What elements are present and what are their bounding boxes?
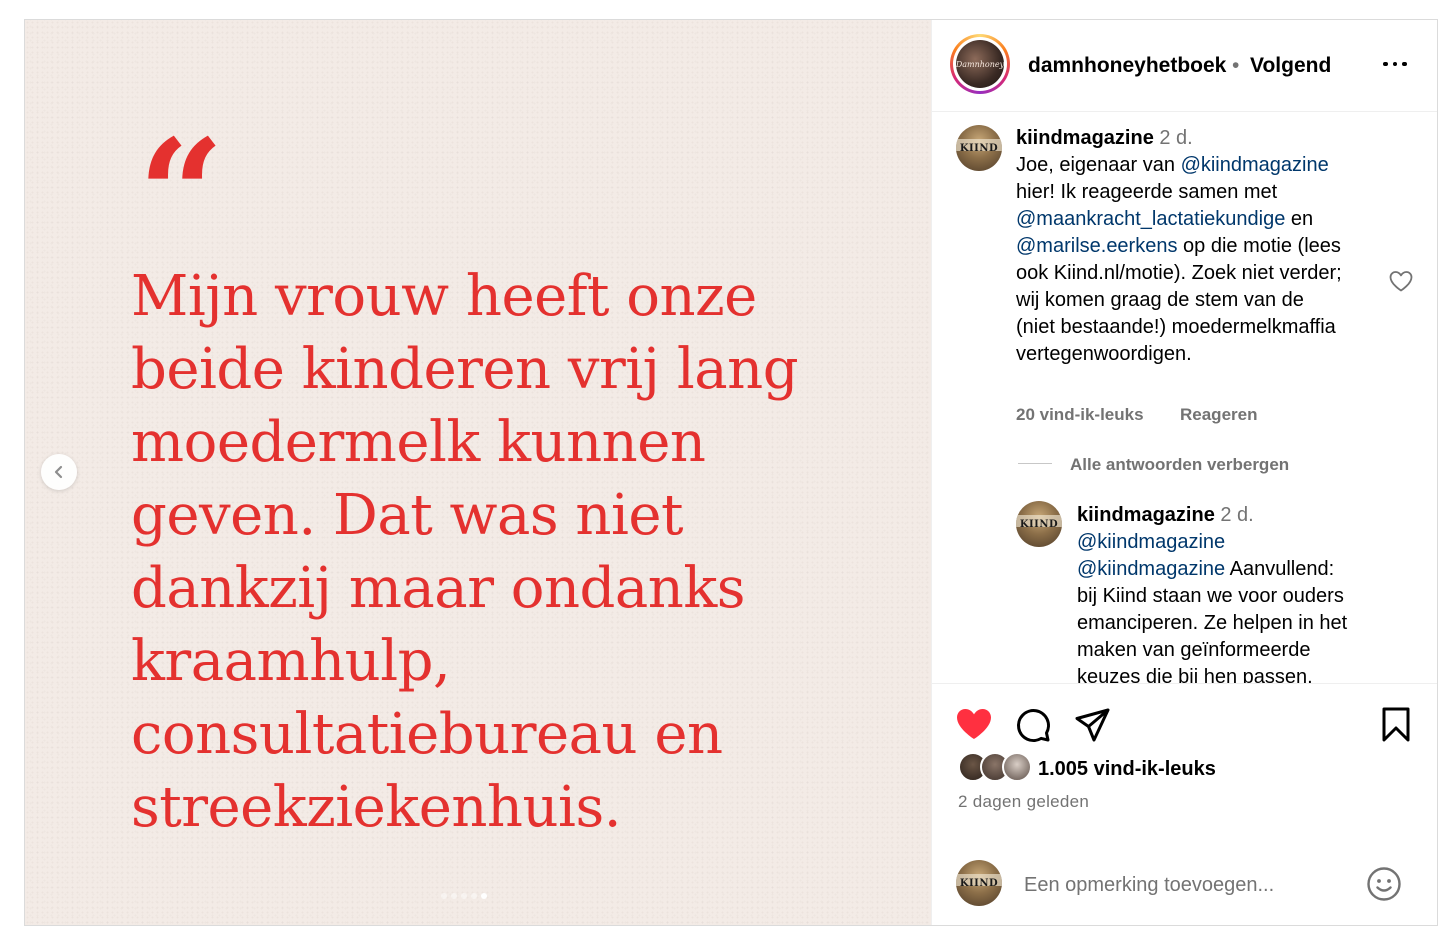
following-button[interactable]: Volgend	[1250, 54, 1331, 78]
text-segment: ook Kiind.nl/motie). Zoek niet verder;	[1016, 262, 1342, 284]
header-separator: •	[1232, 54, 1240, 77]
quote-mark: “	[138, 107, 224, 283]
chevron-left-icon	[54, 465, 63, 479]
carousel-dot	[461, 893, 467, 899]
carousel-dot	[451, 893, 457, 899]
text-segment: emanciperen. Ze helpen in het	[1077, 612, 1348, 634]
carousel-prev-button[interactable]	[41, 454, 77, 490]
post-header: Damnhoney damnhoneyhetboek • Volgend	[932, 20, 1437, 112]
heart-filled-icon[interactable]	[954, 706, 994, 742]
comment-input[interactable]	[1024, 868, 1354, 902]
reply-avatar[interactable]: KIIND	[1016, 501, 1062, 547]
text-line: ook Kiind.nl/motie). Zoek niet verder;	[1016, 260, 1396, 287]
quote-line: beide kinderen vrij lang	[131, 337, 799, 402]
comment: kiindmagazine 2 d. Joe, eigenaar van @ki…	[1016, 125, 1396, 368]
text-line: @marilse.eerkens op die motie (lees	[1016, 233, 1396, 260]
reply-username[interactable]: kiindmagazine	[1077, 504, 1215, 526]
quote-line: moedermelk kunnen	[131, 410, 706, 475]
text-segment: hier! Ik reageerde samen met	[1016, 181, 1278, 203]
mention-link[interactable]: @kiindmagazine	[1077, 531, 1225, 553]
text-line: @maankracht_lactatiekundige en	[1016, 206, 1396, 233]
liker-avatar	[1002, 752, 1032, 782]
text-line: Joe, eigenaar van @kiindmagazine	[1016, 152, 1396, 179]
quote-text: Mijn vrouw heeft onze beide kinderen vrij…	[131, 260, 831, 844]
emoji-icon[interactable]	[1366, 866, 1402, 902]
likes-count[interactable]: 1.005 vind-ik-leuks	[1038, 758, 1216, 781]
text-line: hier! Ik reageerde samen met	[1016, 179, 1396, 206]
hide-replies-button[interactable]: Alle antwoorden verbergen	[1070, 455, 1289, 475]
mention-link[interactable]: @marilse.eerkens	[1016, 235, 1177, 257]
quote-line: streekziekenhuis.	[131, 775, 622, 840]
replies-divider	[1018, 463, 1052, 464]
avatar-logo-text: Damnhoney	[955, 59, 1005, 69]
share-icon[interactable]	[1074, 706, 1112, 744]
comment-icon[interactable]	[1014, 706, 1052, 744]
likers-avatars[interactable]	[958, 752, 1038, 784]
text-line: wij komen graag de stem van de	[1016, 287, 1396, 314]
quote-line: geven. Dat was niet	[131, 483, 684, 548]
add-comment-bar: KIIND	[932, 844, 1437, 925]
text-line: emanciperen. Ze helpen in het	[1077, 610, 1407, 637]
comment-text: Joe, eigenaar van @kiindmagazine hier! Ik…	[1016, 152, 1396, 368]
quote-line: kraamhulp,	[131, 629, 451, 694]
post-sidebar: Damnhoney damnhoneyhetboek • Volgend KII…	[931, 20, 1437, 925]
comments-list[interactable]: KIIND kiindmagazine 2 d. Joe, eigenaar v…	[932, 113, 1437, 683]
text-line: vertegenwoordigen.	[1016, 341, 1396, 368]
comment-username[interactable]: kiindmagazine	[1016, 127, 1154, 149]
text-line: (niet bestaande!) moedermelkmaffia	[1016, 314, 1396, 341]
reply-button[interactable]: Reageren	[1180, 405, 1257, 425]
text-segment: vertegenwoordigen.	[1016, 343, 1192, 365]
quote-line: Mijn vrouw heeft onze	[131, 264, 757, 329]
profile-avatar: Damnhoney	[956, 40, 1004, 88]
text-line: @kiindmagazine	[1077, 529, 1407, 556]
post-image: “ Mijn vrouw heeft onze beide kinderen vr…	[25, 20, 931, 925]
post-date[interactable]: 2 dagen geleden	[958, 792, 1089, 812]
post-author-username[interactable]: damnhoneyhetboek	[1028, 54, 1226, 78]
comment-likes[interactable]: 20 vind-ik-leuks	[1016, 405, 1144, 425]
text-line: keuzes die bij hen passen.	[1077, 664, 1407, 683]
text-segment: op die motie (lees	[1177, 235, 1341, 257]
mention-link[interactable]: @kiindmagazine	[1181, 154, 1329, 176]
comment-avatar[interactable]: KIIND	[956, 125, 1002, 171]
text-segment: maken van geïnformeerde	[1077, 639, 1311, 661]
text-line: @kiindmagazine Aanvullend:	[1077, 556, 1407, 583]
current-user-avatar: KIIND	[956, 860, 1002, 906]
text-segment: Aanvullend:	[1225, 558, 1335, 580]
story-ring[interactable]: Damnhoney	[950, 34, 1010, 94]
text-line: bij Kiind staan we voor ouders	[1077, 583, 1407, 610]
text-segment: (niet bestaande!) moedermelkmaffia	[1016, 316, 1336, 338]
quote-line: consultatiebureau en	[131, 702, 723, 767]
reply-text: @kiindmagazine @kiindmagazine Aanvullend:…	[1077, 529, 1407, 683]
more-options-button[interactable]	[1376, 52, 1414, 76]
comment-time[interactable]: 2 d.	[1159, 127, 1192, 149]
quote-line: dankzij maar ondanks	[131, 556, 746, 621]
text-line: maken van geïnformeerde	[1077, 637, 1407, 664]
mention-link[interactable]: @kiindmagazine	[1077, 558, 1225, 580]
reply-time[interactable]: 2 d.	[1220, 504, 1253, 526]
text-segment: en	[1285, 208, 1314, 230]
text-segment: keuzes die bij hen passen.	[1077, 666, 1313, 683]
more-horizontal-icon	[1383, 61, 1388, 67]
heart-outline-icon[interactable]	[1388, 269, 1414, 293]
text-segment: bij Kiind staan we voor ouders	[1077, 585, 1344, 607]
carousel-indicator	[441, 893, 487, 899]
carousel-dot	[441, 893, 447, 899]
bookmark-icon[interactable]	[1380, 706, 1412, 744]
text-segment: wij komen graag de stem van de	[1016, 289, 1304, 311]
text-segment: Joe, eigenaar van	[1016, 154, 1181, 176]
carousel-dot	[481, 893, 487, 899]
reply-comment: kiindmagazine 2 d. @kiindmagazine @kiindm…	[1077, 502, 1407, 683]
carousel-dot	[471, 893, 477, 899]
post-actions: 1.005 vind-ik-leuks 2 dagen geleden KIIN…	[932, 683, 1437, 925]
post-dialog: “ Mijn vrouw heeft onze beide kinderen vr…	[24, 19, 1438, 926]
mention-link[interactable]: @maankracht_lactatiekundige	[1016, 208, 1285, 230]
